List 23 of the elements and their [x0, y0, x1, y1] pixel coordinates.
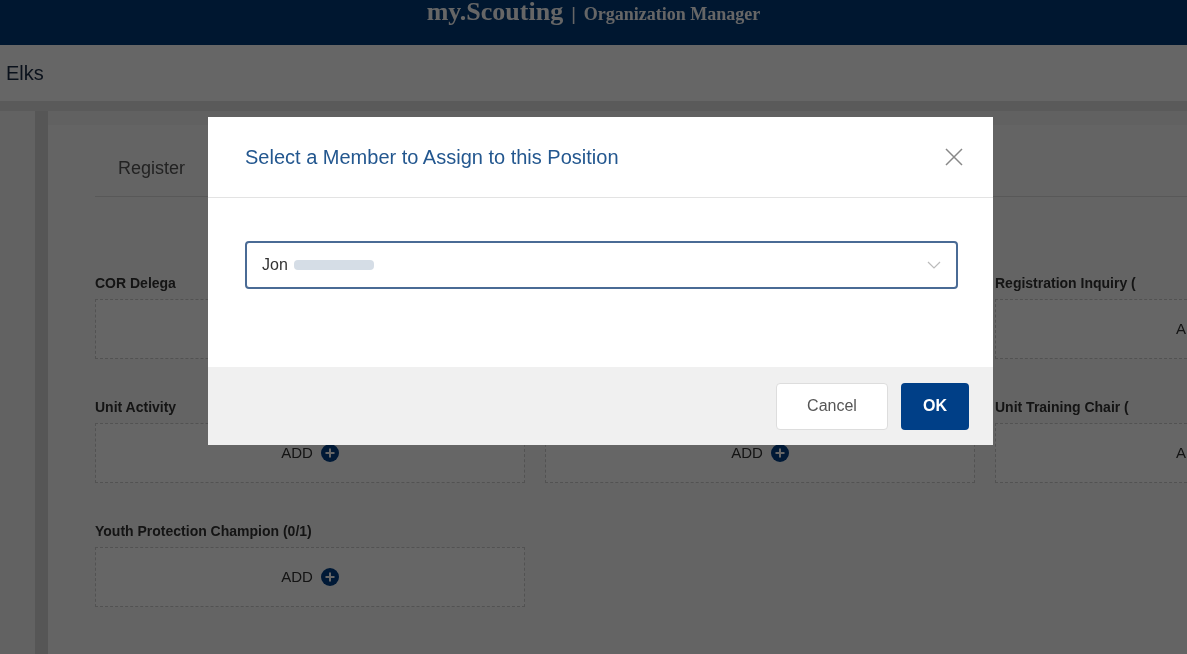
- cancel-button[interactable]: Cancel: [776, 382, 888, 430]
- position-title: Youth Protection Champion (0/1): [95, 522, 313, 541]
- add-link[interactable]: A: [1176, 317, 1186, 341]
- position-title: COR Delega: [95, 274, 177, 293]
- app-title: Organization Manager: [583, 5, 761, 23]
- unit-name: Elks: [6, 61, 44, 86]
- position-title: Unit Activity: [95, 398, 178, 417]
- add-link[interactable]: ADD: [731, 441, 763, 465]
- close-icon[interactable]: [945, 148, 963, 166]
- ok-button[interactable]: OK: [901, 382, 969, 430]
- plus-circle-icon[interactable]: [320, 444, 339, 462]
- member-select[interactable]: Jon: [245, 241, 958, 289]
- plus-circle-icon[interactable]: [770, 444, 789, 462]
- separator: |: [571, 5, 576, 23]
- position-title: Unit Training Chair (: [995, 398, 1130, 417]
- tab[interactable]: Register: [118, 155, 186, 182]
- position-title: Registration Inquiry (: [995, 274, 1137, 293]
- brand-title: my.Scouting: [426, 0, 564, 25]
- add-link[interactable]: ADD: [281, 441, 313, 465]
- add-link[interactable]: ADD: [281, 565, 313, 589]
- add-link[interactable]: A: [1176, 441, 1186, 465]
- chevron-down-icon: [927, 261, 941, 269]
- dialog-title: Select a Member to Assign to this Position: [245, 145, 619, 170]
